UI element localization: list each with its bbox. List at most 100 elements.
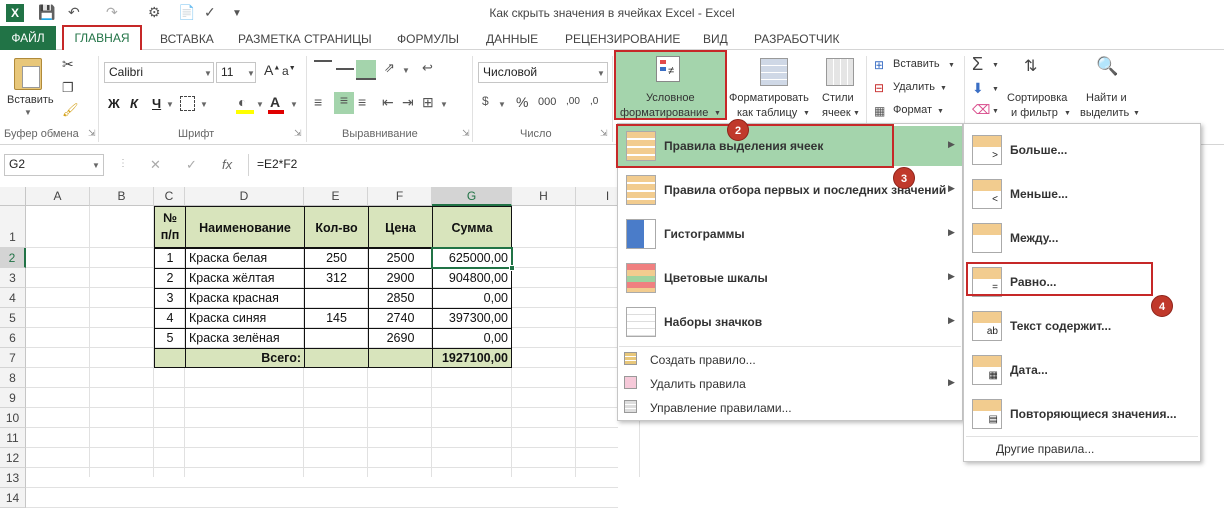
sort-filter-dropdown-icon[interactable]: ▼ xyxy=(1064,110,1071,117)
table-cell-name[interactable]: Краска зелёная xyxy=(185,328,305,349)
table-cell-qty[interactable] xyxy=(304,288,369,309)
borders-icon[interactable] xyxy=(180,96,195,111)
tab-file[interactable]: ФАЙЛ xyxy=(0,26,56,50)
insert-function-icon[interactable]: fx xyxy=(222,157,232,172)
font-color-icon[interactable]: А xyxy=(270,94,280,110)
underline-dropdown-icon[interactable]: ▼ xyxy=(166,100,174,109)
number-format-dropdown-icon[interactable]: ▼ xyxy=(597,69,605,78)
cut-icon[interactable]: ✂ xyxy=(62,56,74,73)
align-middle-icon[interactable] xyxy=(336,60,354,78)
column-header-e[interactable]: E xyxy=(304,187,368,206)
tab-home[interactable]: ГЛАВНАЯ xyxy=(62,25,142,52)
column-header-c[interactable]: C xyxy=(154,187,185,206)
table-cell-name[interactable]: Краска красная xyxy=(185,288,305,309)
cell-styles-label-1[interactable]: Стили xyxy=(822,92,854,104)
cell-styles-label-2[interactable]: ячеек xyxy=(822,107,851,119)
name-box[interactable]: G2 xyxy=(4,154,104,176)
autosum-dropdown-icon[interactable]: ▼ xyxy=(992,62,999,69)
bold-button[interactable]: Ж xyxy=(108,96,120,111)
format-as-table-label-1[interactable]: Форматировать xyxy=(729,92,809,104)
delete-cells-button[interactable]: Удалить xyxy=(893,81,935,93)
clear-icon[interactable]: ⌫ xyxy=(972,102,990,118)
menu-item-new-rule[interactable]: Создать правило... xyxy=(650,353,756,367)
total-empty-cell[interactable] xyxy=(154,348,186,368)
find-select-label-2[interactable]: выделить xyxy=(1080,107,1129,119)
menu-item-more-rules[interactable]: Другие правила... xyxy=(996,442,1094,456)
table-cell-qty[interactable]: 250 xyxy=(304,248,369,269)
table-cell-num[interactable]: 2 xyxy=(154,268,186,289)
total-price-cell[interactable] xyxy=(368,348,433,368)
save-icon[interactable]: 💾 xyxy=(38,4,55,21)
column-header-a[interactable]: A xyxy=(26,187,90,206)
insert-cells-button[interactable]: Вставить xyxy=(893,58,940,70)
clear-dropdown-icon[interactable]: ▼ xyxy=(992,108,999,115)
tab-insert[interactable]: ВСТАВКА xyxy=(160,32,214,46)
tab-formulas[interactable]: ФОРМУЛЫ xyxy=(397,32,459,46)
row-header-9[interactable]: 9 xyxy=(0,388,26,408)
column-header-d[interactable]: D xyxy=(185,187,304,206)
cell-styles-icon[interactable] xyxy=(826,58,854,86)
table-cell-num[interactable]: 3 xyxy=(154,288,186,309)
redo-icon[interactable]: ↷ xyxy=(106,4,118,21)
row-header-1[interactable]: 1 xyxy=(0,206,26,248)
italic-button[interactable]: К xyxy=(130,96,138,111)
table-cell-name[interactable]: Краска синяя xyxy=(185,308,305,329)
table-cell-num[interactable]: 4 xyxy=(154,308,186,329)
spelling-icon[interactable]: ✓ xyxy=(204,4,216,21)
row-header-3[interactable]: 3 xyxy=(0,268,26,288)
camera-icon[interactable]: ⚙ xyxy=(148,4,161,21)
paste-dropdown-icon[interactable]: ▼ xyxy=(24,108,32,117)
table-cell-sum[interactable]: 0,00 xyxy=(432,288,512,309)
find-select-dropdown-icon[interactable]: ▼ xyxy=(1133,110,1140,117)
name-box-dropdown-icon[interactable]: ▼ xyxy=(92,161,100,170)
table-cell-price[interactable]: 2850 xyxy=(368,288,433,309)
fill-icon[interactable]: ⬇ xyxy=(972,80,984,97)
orientation-dropdown-icon[interactable]: ▼ xyxy=(402,66,410,75)
tab-data[interactable]: ДАННЫЕ xyxy=(486,32,538,46)
find-select-label-1[interactable]: Найти и xyxy=(1086,92,1127,104)
delete-cells-icon[interactable]: ⊟ xyxy=(874,81,884,95)
fill-dropdown-icon[interactable]: ▼ xyxy=(992,86,999,93)
table-cell-price[interactable]: 2690 xyxy=(368,328,433,349)
row-header-8[interactable]: 8 xyxy=(0,368,26,388)
sort-filter-label-1[interactable]: Сортировка xyxy=(1007,92,1067,104)
align-bottom-icon[interactable] xyxy=(356,60,376,80)
header-cell-sum[interactable]: Сумма xyxy=(432,206,512,248)
sort-filter-label-2[interactable]: и фильтр xyxy=(1011,107,1058,119)
align-top-icon[interactable] xyxy=(314,60,332,78)
clipboard-launcher-icon[interactable]: ⇲ xyxy=(88,128,96,139)
font-size-dropdown-icon[interactable]: ▼ xyxy=(247,69,255,78)
merge-center-icon[interactable]: ⊞ xyxy=(422,94,434,111)
orientation-icon[interactable]: ⇗ xyxy=(384,60,395,76)
table-cell-name[interactable]: Краска жёлтая xyxy=(185,268,305,289)
tab-page-layout[interactable]: РАЗМЕТКА СТРАНИЦЫ xyxy=(238,32,372,46)
alignment-launcher-icon[interactable]: ⇲ xyxy=(462,128,470,139)
table-cell-price[interactable]: 2900 xyxy=(368,268,433,289)
total-sum-cell[interactable]: 1927100,00 xyxy=(432,348,512,368)
insert-cells-icon[interactable]: ⊞ xyxy=(874,58,884,72)
fill-color-dropdown-icon[interactable]: ▼ xyxy=(256,100,264,109)
sort-filter-icon[interactable]: ⇅ xyxy=(1024,56,1037,76)
format-cells-button[interactable]: Формат xyxy=(893,104,932,116)
row-header-13[interactable]: 13 xyxy=(0,468,26,488)
row-header-2[interactable]: 2 xyxy=(0,248,26,268)
table-cell-qty[interactable]: 145 xyxy=(304,308,369,329)
table-cell-price[interactable]: 2740 xyxy=(368,308,433,329)
table-cell-qty[interactable]: 312 xyxy=(304,268,369,289)
select-all-corner[interactable] xyxy=(0,187,26,206)
tab-review[interactable]: РЕЦЕНЗИРОВАНИЕ xyxy=(565,32,680,46)
percent-button[interactable]: % xyxy=(516,94,528,110)
row-header-4[interactable]: 4 xyxy=(0,288,26,308)
find-select-icon[interactable]: 🔍 xyxy=(1096,56,1118,77)
fill-color-icon[interactable]: ◐ xyxy=(238,94,246,110)
wrap-text-icon[interactable]: ↩ xyxy=(422,60,433,76)
enter-entry-icon[interactable]: ✓ xyxy=(186,157,197,173)
cancel-entry-icon[interactable]: ✕ xyxy=(150,157,161,173)
format-as-table-icon[interactable] xyxy=(760,58,788,86)
table-cell-name[interactable]: Краска белая xyxy=(185,248,305,269)
borders-dropdown-icon[interactable]: ▼ xyxy=(200,100,208,109)
menu-item-clear-rules[interactable]: Удалить правила xyxy=(650,377,746,391)
decrease-decimal-button[interactable]: ,0 xyxy=(590,96,598,107)
total-label-cell[interactable]: Всего: xyxy=(185,348,305,368)
row-header-7[interactable]: 7 xyxy=(0,348,26,368)
